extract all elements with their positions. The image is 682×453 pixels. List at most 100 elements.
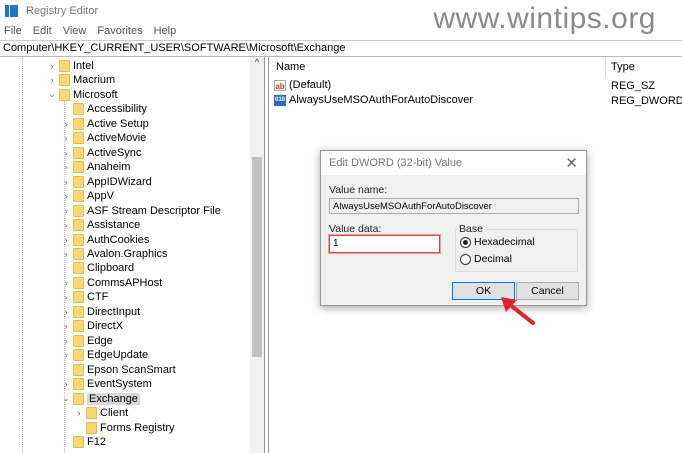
chevron-right-icon[interactable]: › [61,350,71,360]
scroll-thumb[interactable] [252,157,262,357]
chevron-right-icon[interactable]: › [61,336,71,346]
radio-decimal[interactable]: Decimal [460,253,512,265]
chevron-right-icon[interactable]: › [61,148,71,158]
menu-file[interactable]: File [4,25,22,37]
folder-icon [73,363,84,376]
chevron-right-icon[interactable]: › [61,379,71,389]
chevron-right-icon[interactable]: › [61,162,71,172]
tree-item-label: AppV [87,190,114,203]
folder-icon [73,334,84,347]
chevron-right-icon[interactable]: › [47,61,57,71]
chevron-right-icon[interactable]: › [47,75,57,85]
close-icon[interactable]: ✕ [565,154,578,172]
value-entry[interactable]: ab (Default) [274,79,331,91]
chevron-right-icon[interactable]: › [61,119,71,129]
tree-item[interactable]: › Active Setup [61,117,149,131]
value-data-input[interactable]: 1 [329,235,440,253]
red-arrow-icon [501,297,535,325]
tree-item[interactable]: Forms Registry [74,421,175,435]
menu-favorites[interactable]: Favorites [97,25,142,37]
tree-item[interactable]: F12 [61,435,106,449]
tree-item[interactable]: Epson ScanSmart [61,363,176,377]
tree-item[interactable]: › EventSystem [61,377,152,391]
registry-tree: › Intel › Macrium ⌄ Microsoft Accessibility › Ac… [0,57,265,453]
folder-icon [73,190,84,203]
tree-item-label: Microsoft [73,88,118,101]
chevron-right-icon[interactable]: › [61,206,71,216]
folder-icon [73,276,84,289]
tree-item[interactable]: › ActiveSync [61,146,141,160]
value-name-field: AlwaysUseMSOAuthForAutoDiscover [329,198,579,214]
tree-item[interactable]: › Macrium [47,73,115,87]
edit-dword-dialog: Edit DWORD (32-bit) Value ✕ Value name: … [320,150,587,306]
value-name-label: Value name: [329,184,388,196]
value-type: REG_DWORD [611,95,682,107]
tree-item-label: Epson ScanSmart [87,363,176,376]
registry-editor-icon [5,5,18,17]
tree-item-label: DirectInput [87,305,141,318]
tree-item-label: F12 [87,435,106,448]
tree-item-label: Active Setup [87,117,149,130]
tree-item[interactable]: › CTF [61,290,108,304]
chevron-right-icon[interactable]: › [61,307,71,317]
tree-item-label: Anaheim [87,161,131,174]
value-entry[interactable]: 010 AlwaysUseMSOAuthForAutoDiscover [274,94,473,106]
tree-item[interactable]: ⌄ Microsoft [47,88,118,102]
tree-item-label: DirectX [87,320,124,333]
tree-item[interactable]: › CommsAPHost [61,276,162,290]
tree-item[interactable]: › DirectInput [61,305,140,319]
tree-item[interactable]: ⌄ Exchange [61,392,140,406]
chevron-right-icon[interactable]: › [61,133,71,143]
chevron-down-icon[interactable]: ⌄ [47,89,57,100]
column-header-name[interactable]: Name [276,61,305,73]
tree-item[interactable]: › Client [74,406,128,420]
tree-item[interactable]: › Intel [47,59,94,73]
window-title: Registry Editor [26,5,99,17]
chevron-right-icon[interactable]: › [61,235,71,245]
tree-item[interactable]: › AuthCookies [61,233,149,247]
menu-view[interactable]: View [63,25,87,37]
folder-icon [73,435,84,448]
tree-item[interactable]: › ActiveMovie [61,131,146,145]
tree-item[interactable]: › Anaheim [61,160,130,174]
tree-scrollbar[interactable]: ^ [250,57,264,453]
tree-item-label: Forms Registry [100,421,175,434]
menu-help[interactable]: Help [154,25,177,37]
base-label: Base [457,223,485,235]
tree-item[interactable]: Clipboard [61,261,134,275]
chevron-right-icon[interactable]: › [61,321,71,331]
address-bar[interactable]: Computer\HKEY_CURRENT_USER\SOFTWARE\Micr… [0,40,682,57]
chevron-right-icon[interactable]: › [74,408,84,418]
tree-item-label: CommsAPHost [87,276,163,289]
folder-icon [73,204,84,217]
arrow-shaft [507,302,535,325]
tree-item[interactable]: › ASF Stream Descriptor File [61,204,221,218]
radio-hexadecimal[interactable]: Hexadecimal [460,236,535,248]
chevron-right-icon[interactable]: › [61,292,71,302]
chevron-right-icon[interactable]: › [61,191,71,201]
tree-item-label: Intel [73,60,94,72]
chevron-right-icon[interactable]: › [61,220,71,230]
folder-icon [73,378,84,391]
chevron-right-icon[interactable]: › [61,177,71,187]
tree-item-label: Assistance [87,219,141,232]
chevron-down-icon[interactable]: ⌄ [61,393,71,404]
folder-icon [73,146,84,159]
tree-item-label: Macrium [73,74,116,87]
tree-item[interactable]: › EdgeUpdate [61,348,148,362]
menu-edit[interactable]: Edit [33,25,52,37]
scroll-up-icon[interactable]: ^ [250,57,264,67]
chevron-right-icon[interactable]: › [61,278,71,288]
tree-item[interactable]: › DirectX [61,319,123,333]
tree-item[interactable]: Accessibility [61,102,147,116]
tree-item[interactable]: › AppIDWizard [61,175,152,189]
column-header-type[interactable]: Type [611,61,635,73]
value-name: (Default) [289,79,332,91]
menu-bar: File Edit View Favorites Help [0,22,176,40]
tree-item[interactable]: › Edge [61,334,113,348]
tree-item-label: Client [100,407,129,420]
chevron-right-icon[interactable]: › [61,249,71,259]
tree-item[interactable]: › Assistance [61,218,140,232]
tree-item[interactable]: › AppV [61,189,114,203]
tree-item[interactable]: › Avalon.Graphics [61,247,168,261]
